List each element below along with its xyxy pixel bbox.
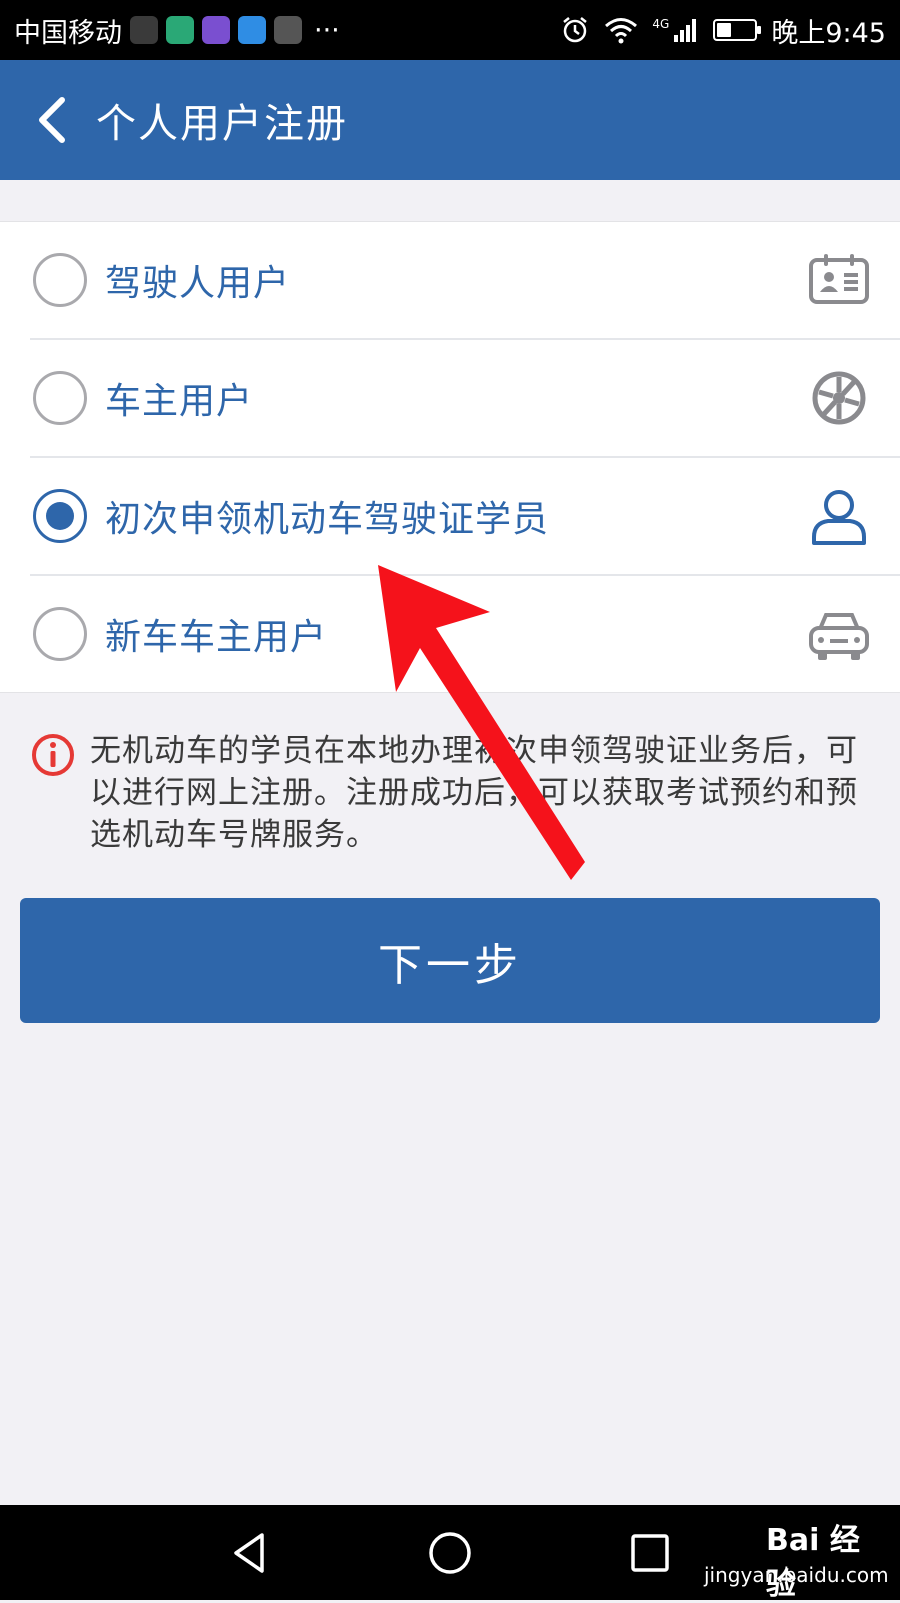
meitu-app-icon — [202, 16, 230, 44]
notice-text: 无机动车的学员在本地办理初次申领驾驶证业务后，可以进行网上注册。注册成功后，可以… — [90, 733, 858, 853]
option-label: 驾驶人用户 — [105, 263, 291, 304]
radio-button[interactable] — [33, 371, 87, 425]
more-notifications: ··· — [314, 14, 340, 46]
recents-icon — [631, 1533, 669, 1572]
signal-4g-indicator: 4G — [652, 17, 699, 43]
battery-icon — [713, 19, 762, 41]
option-first-license-student[interactable]: 初次申领机动车驾驶证学员 — [30, 458, 900, 576]
info-notice: 无机动车的学员在本地办理初次申领驾驶证业务后，可以进行网上注册。注册成功后，可以… — [30, 730, 870, 856]
wheel-icon — [812, 371, 866, 425]
person-icon — [812, 490, 866, 545]
option-label: 初次申领机动车驾驶证学员 — [105, 499, 550, 540]
user-type-list: 驾驶人用户 车主用户 初次申领机动车驾驶证学员 新车车主用户 — [0, 221, 900, 693]
option-driver-user[interactable]: 驾驶人用户 — [30, 222, 900, 340]
id-card-icon — [809, 254, 869, 304]
nav-home-button[interactable] — [400, 1505, 500, 1600]
back-icon — [234, 1532, 264, 1573]
status-bar: 中国移动 ··· 4G 晚上9:45 — [0, 0, 900, 60]
carrier-name: 中国移动 — [14, 17, 122, 49]
signal-icon — [674, 19, 697, 42]
radio-button[interactable] — [33, 253, 87, 307]
option-vehicle-owner[interactable]: 车主用户 — [30, 340, 900, 458]
radio-button[interactable] — [33, 607, 87, 661]
camera-app-icon — [274, 16, 302, 44]
tiktok-app-icon — [130, 16, 158, 44]
meituan-app-icon — [166, 16, 194, 44]
nav-recents-button[interactable] — [600, 1505, 700, 1600]
watermark-url: jingyan.baidu.com — [704, 1563, 889, 1587]
app-header: 个人用户注册 — [0, 60, 900, 180]
nav-back-button[interactable] — [200, 1505, 300, 1600]
chevron-left-icon — [39, 97, 65, 143]
baidu-jingyan-watermark: Bai 经验 jingyan.baidu.com — [686, 1507, 889, 1602]
info-icon — [32, 734, 74, 776]
option-label: 新车车主用户 — [105, 617, 328, 658]
back-button[interactable] — [6, 60, 96, 180]
status-time: 晚上9:45 — [771, 17, 886, 49]
car-icon — [809, 613, 869, 660]
radio-button-selected[interactable] — [33, 489, 87, 543]
telegram-app-icon — [238, 16, 266, 44]
home-icon — [429, 1531, 471, 1574]
option-label: 车主用户 — [105, 381, 254, 422]
wifi-icon — [605, 18, 638, 44]
page-title: 个人用户注册 — [96, 101, 348, 147]
alarm-icon — [563, 17, 588, 43]
next-step-button[interactable]: 下一步 — [20, 898, 880, 1023]
watermark-brand: Bai 经验 — [766, 1523, 860, 1602]
option-new-car-owner[interactable]: 新车车主用户 — [30, 576, 900, 692]
